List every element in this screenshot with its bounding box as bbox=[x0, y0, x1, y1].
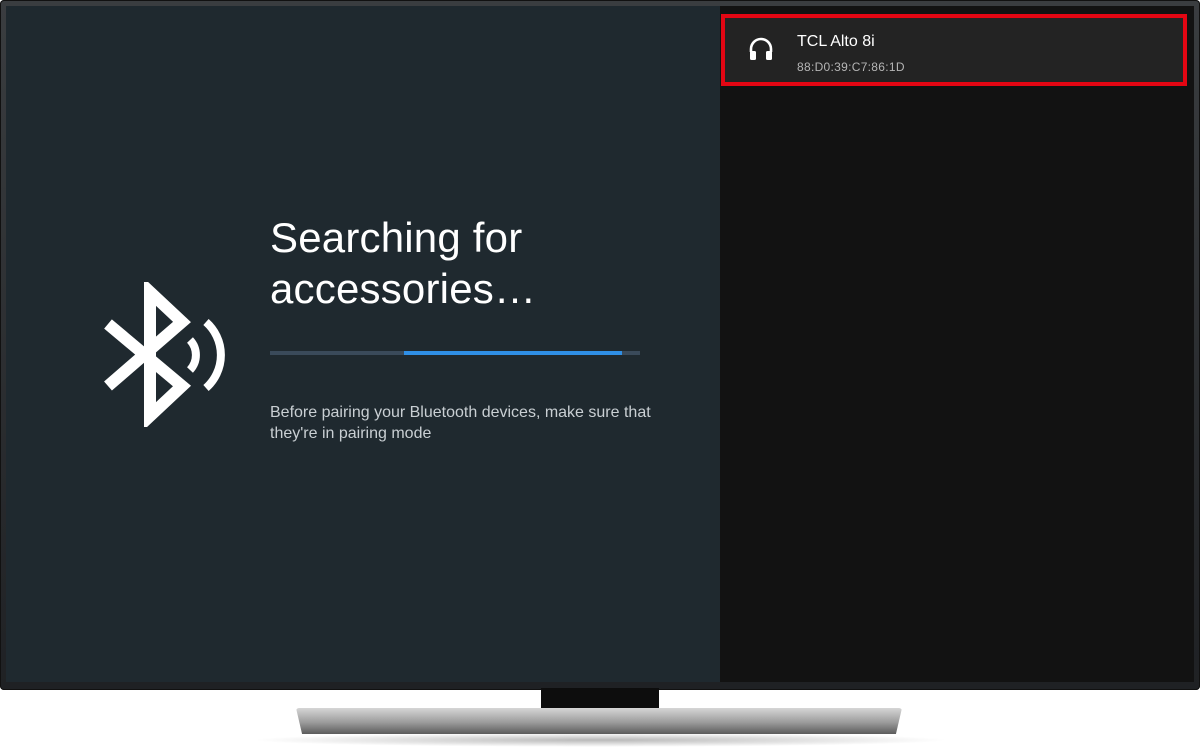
device-name: TCL Alto 8i bbox=[797, 33, 875, 50]
tv-screen: Searching for accessories… Before pairin… bbox=[6, 6, 1194, 682]
search-progress-fill bbox=[404, 351, 622, 355]
tv-stand-shadow bbox=[250, 733, 950, 747]
device-list-panel bbox=[720, 6, 1194, 682]
headphones-icon bbox=[749, 37, 773, 60]
search-panel: Searching for accessories… Before pairin… bbox=[6, 6, 720, 682]
tv-frame-illustration: Searching for accessories… Before pairin… bbox=[0, 0, 1200, 755]
tv-bezel: Searching for accessories… Before pairin… bbox=[0, 0, 1200, 690]
bluetooth-searching-icon bbox=[104, 282, 225, 427]
pairing-hint-text: Before pairing your Bluetooth devices, m… bbox=[270, 404, 651, 442]
tv-stand-neck bbox=[541, 688, 659, 710]
search-progress-bar bbox=[270, 351, 640, 355]
page-title: Searching for accessories… bbox=[270, 214, 537, 312]
tv-stand-base bbox=[296, 708, 902, 734]
device-mac-address: 88:D0:39:C7:86:1D bbox=[797, 60, 905, 74]
device-list-item[interactable]: TCL Alto 8i 88:D0:39:C7:86:1D bbox=[721, 14, 1187, 86]
